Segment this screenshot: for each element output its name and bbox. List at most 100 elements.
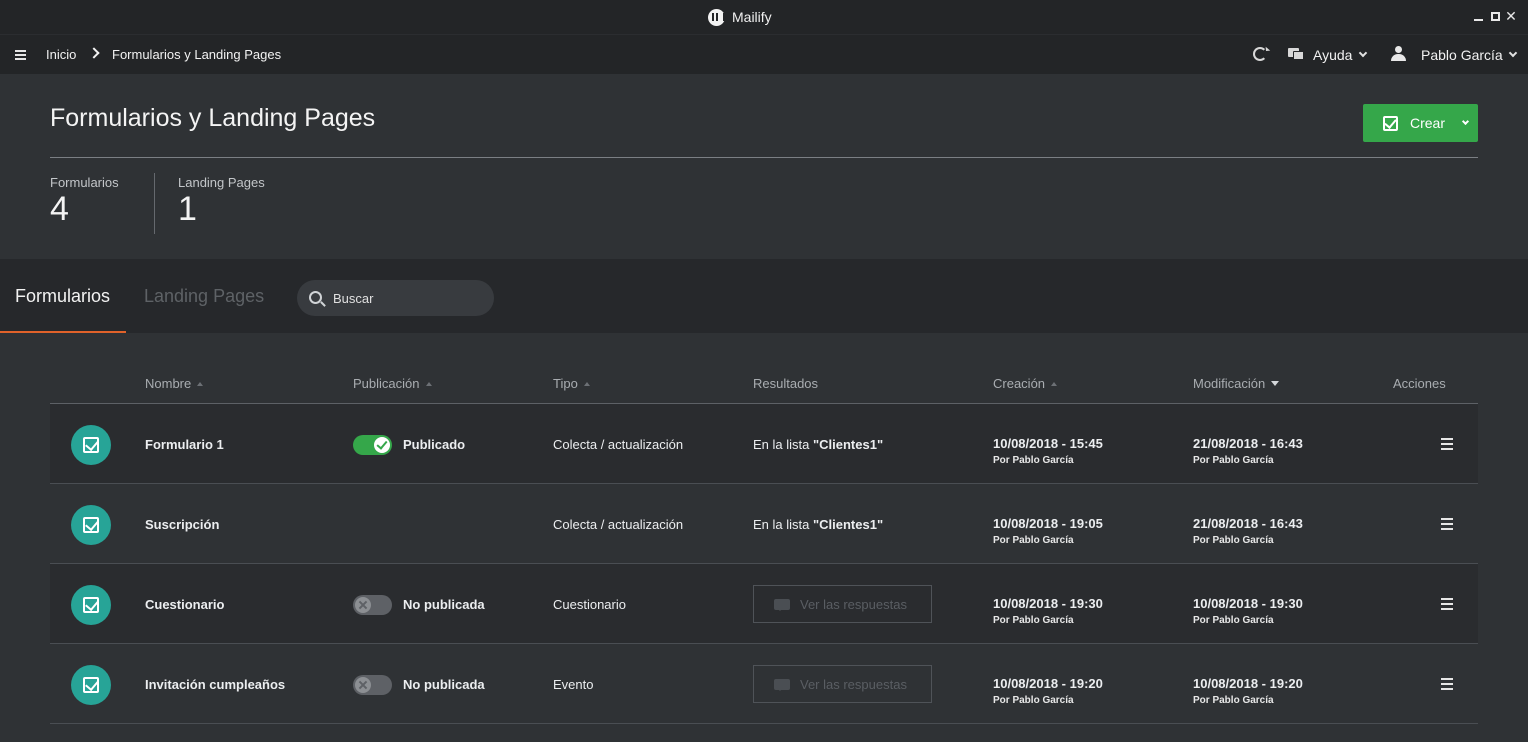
divider bbox=[50, 157, 1478, 158]
active-tab-indicator bbox=[0, 331, 126, 333]
chevron-down-icon bbox=[1461, 117, 1470, 126]
modified-date: 21/08/2018 - 16:43 bbox=[1193, 516, 1303, 531]
help-menu[interactable]: Ayuda bbox=[1313, 47, 1352, 63]
form-check-icon bbox=[71, 425, 111, 465]
table-row[interactable]: Formulario 1 Publicado Colecta / actuali… bbox=[50, 404, 1478, 484]
result-prefix: En la lista bbox=[753, 437, 813, 452]
result-prefix: En la lista bbox=[753, 517, 813, 532]
result-list-name: "Clientes1" bbox=[812, 517, 884, 532]
breadcrumb-home[interactable]: Inicio bbox=[46, 47, 76, 62]
user-menu[interactable]: Pablo García bbox=[1421, 47, 1503, 63]
row-name[interactable]: Invitación cumpleaños bbox=[145, 677, 285, 692]
sort-icon bbox=[425, 381, 432, 386]
x-icon bbox=[355, 677, 371, 693]
breadcrumb-current: Formularios y Landing Pages bbox=[112, 47, 282, 62]
search-box[interactable] bbox=[297, 280, 494, 316]
form-check-icon bbox=[71, 505, 111, 545]
sort-icon bbox=[1271, 381, 1280, 386]
close-icon[interactable]: ✕ bbox=[1504, 9, 1518, 23]
publication-status: No publicada bbox=[403, 677, 485, 692]
tab-landing-pages[interactable]: Landing Pages bbox=[144, 286, 264, 307]
created-by: Por Pablo García bbox=[993, 615, 1074, 626]
row-type: Cuestionario bbox=[553, 597, 626, 612]
chat-icon[interactable] bbox=[1288, 48, 1304, 60]
column-label: Nombre bbox=[145, 376, 192, 391]
search-icon bbox=[309, 291, 322, 304]
stat-forms-value: 4 bbox=[50, 190, 69, 228]
refresh-icon[interactable] bbox=[1253, 47, 1267, 61]
created-date: 10/08/2018 - 15:45 bbox=[993, 436, 1103, 451]
created-by: Por Pablo García bbox=[993, 535, 1074, 546]
column-label: Acciones bbox=[1393, 376, 1446, 391]
modified-by: Por Pablo García bbox=[1193, 695, 1274, 706]
table-row[interactable]: Cuestionario No publicada Cuestionario V… bbox=[50, 564, 1478, 644]
stat-forms-label: Formularios bbox=[50, 175, 119, 190]
row-result: En la lista "Clientes1" bbox=[753, 437, 883, 452]
column-label: Publicación bbox=[353, 376, 420, 391]
column-label: Creación bbox=[993, 376, 1046, 391]
view-responses-button[interactable]: Ver las respuestas bbox=[753, 665, 932, 703]
app-brand: Mailify bbox=[708, 8, 772, 26]
column-header-acciones: Acciones bbox=[1393, 376, 1446, 391]
modified-date: 21/08/2018 - 16:43 bbox=[1193, 436, 1303, 451]
stat-landing-pages-label: Landing Pages bbox=[178, 175, 265, 190]
publish-toggle[interactable] bbox=[353, 595, 392, 615]
menu-icon[interactable] bbox=[1441, 438, 1453, 450]
chevron-right-icon bbox=[88, 47, 100, 59]
sort-icon bbox=[197, 381, 204, 386]
minimize-icon[interactable] bbox=[1471, 9, 1485, 23]
app-logo-icon bbox=[708, 8, 725, 26]
form-check-icon bbox=[1383, 115, 1398, 131]
column-label: Tipo bbox=[553, 376, 578, 391]
view-responses-button[interactable]: Ver las respuestas bbox=[753, 585, 932, 623]
modified-by: Por Pablo García bbox=[1193, 615, 1274, 626]
chevron-down-icon[interactable] bbox=[1358, 48, 1368, 58]
publish-toggle[interactable] bbox=[353, 675, 392, 695]
menu-icon[interactable] bbox=[1441, 598, 1453, 610]
row-name[interactable]: Suscripción bbox=[145, 517, 219, 532]
nav-bar: Inicio Formularios y Landing Pages Ayuda… bbox=[0, 34, 1528, 74]
row-name[interactable]: Formulario 1 bbox=[145, 437, 224, 452]
column-label: Modificación bbox=[1193, 376, 1266, 391]
modified-by: Por Pablo García bbox=[1193, 535, 1274, 546]
menu-icon[interactable] bbox=[1441, 678, 1453, 690]
view-responses-label: Ver las respuestas bbox=[800, 596, 907, 612]
created-date: 10/08/2018 - 19:05 bbox=[993, 516, 1103, 531]
sort-icon bbox=[1051, 381, 1058, 386]
create-button[interactable]: Crear bbox=[1363, 104, 1478, 142]
tabs-bar: Formularios Landing Pages bbox=[0, 259, 1528, 333]
x-icon bbox=[355, 597, 371, 613]
created-by: Por Pablo García bbox=[993, 695, 1074, 706]
modified-by: Por Pablo García bbox=[1193, 455, 1274, 466]
chevron-down-icon[interactable] bbox=[1508, 48, 1518, 58]
user-icon[interactable] bbox=[1391, 46, 1406, 62]
search-input[interactable] bbox=[333, 289, 483, 307]
row-result: En la lista "Clientes1" bbox=[753, 517, 883, 532]
created-by: Por Pablo García bbox=[993, 455, 1074, 466]
column-header-modificacion[interactable]: Modificación bbox=[1193, 376, 1280, 391]
app-title: Mailify bbox=[732, 9, 772, 25]
chat-icon bbox=[774, 678, 790, 691]
column-header-creacion[interactable]: Creación bbox=[993, 376, 1058, 391]
chat-icon bbox=[774, 598, 790, 611]
modified-date: 10/08/2018 - 19:20 bbox=[1193, 676, 1303, 691]
form-check-icon bbox=[71, 585, 111, 625]
row-name[interactable]: Cuestionario bbox=[145, 597, 224, 612]
created-date: 10/08/2018 - 19:20 bbox=[993, 676, 1103, 691]
divider bbox=[154, 173, 155, 234]
publication-status: Publicado bbox=[403, 437, 466, 452]
hamburger-icon[interactable] bbox=[15, 50, 26, 60]
column-header-publicacion[interactable]: Publicación bbox=[353, 376, 432, 391]
publication-status: No publicada bbox=[403, 597, 485, 612]
maximize-icon[interactable] bbox=[1488, 9, 1502, 23]
tab-formularios[interactable]: Formularios bbox=[15, 286, 110, 307]
column-header-tipo[interactable]: Tipo bbox=[553, 376, 590, 391]
publish-toggle[interactable] bbox=[353, 435, 392, 455]
title-bar: Mailify ✕ bbox=[0, 0, 1528, 34]
column-header-resultados: Resultados bbox=[753, 376, 818, 391]
table-row[interactable]: Suscripción Colecta / actualización En l… bbox=[50, 484, 1478, 564]
row-type: Evento bbox=[553, 677, 594, 692]
menu-icon[interactable] bbox=[1441, 518, 1453, 530]
column-header-nombre[interactable]: Nombre bbox=[145, 376, 204, 391]
table-row[interactable]: Invitación cumpleaños No publicada Event… bbox=[50, 644, 1478, 724]
